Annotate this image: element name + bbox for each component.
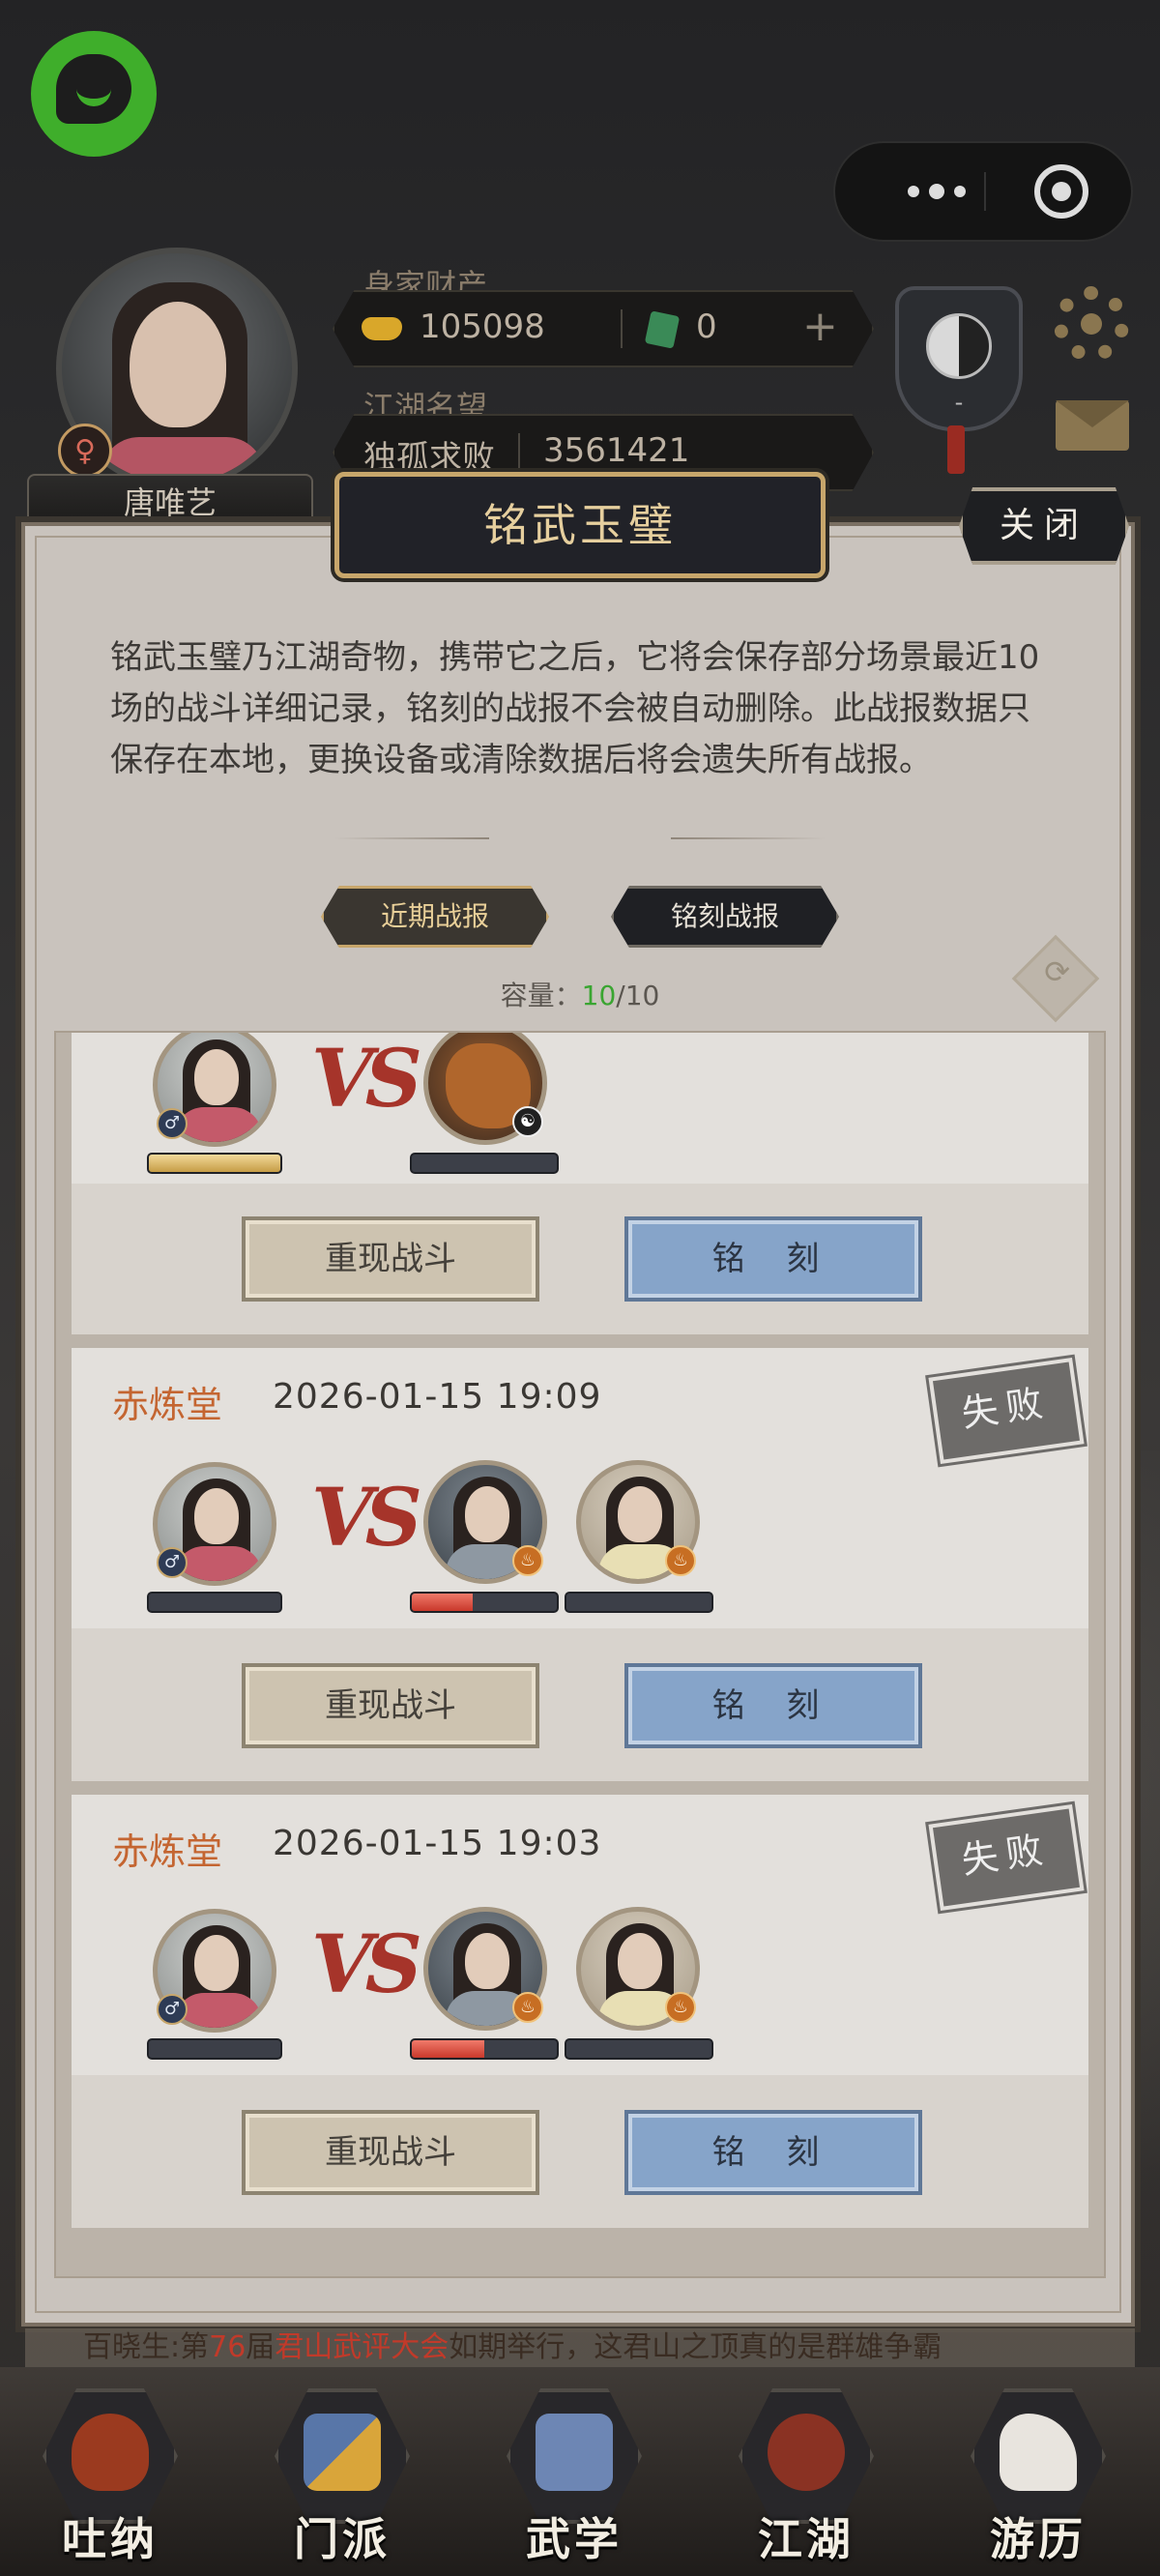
female-icon: ♀ [58, 424, 112, 478]
enemy-hp-bar [565, 2038, 713, 2060]
replay-battle-button[interactable]: 重现战斗 [242, 1663, 539, 1748]
bottom-nav: 吐纳 门派 武学 江湖 游历 [0, 2367, 1160, 2576]
vs-icon: VS [311, 1033, 422, 1126]
fire-element-icon: ♨ [512, 1545, 543, 1576]
fire-element-icon: ♨ [665, 1992, 696, 2023]
divider [334, 837, 489, 839]
male-icon: ♂ [157, 1108, 188, 1139]
dialog-title-plate: 铭武玉璧 [334, 472, 826, 578]
app-logo-icon[interactable] [31, 31, 157, 157]
rank-shield[interactable]: - [895, 286, 1023, 431]
dialog-description: 铭武玉璧乃江湖奇物，携带它之后，它将会保存部分场景最近10场的战斗详细记录，铭刻… [110, 638, 1040, 779]
enemy-hp-bar [410, 2038, 559, 2060]
faction-name: 赤炼堂 [112, 1384, 223, 1426]
dialog-title: 铭武玉璧 [483, 499, 677, 551]
tab-recent-reports[interactable]: 近期战报 [321, 886, 549, 948]
battle-report-card: ♂ VS ☯ 重现战斗 铭 刻 [72, 1033, 1088, 1334]
replay-battle-button[interactable]: 重现战斗 [242, 2110, 539, 2195]
taiji-icon: ☯ [512, 1106, 543, 1137]
jade-amount: 0 [696, 307, 717, 346]
male-icon: ♂ [157, 1994, 188, 2025]
nav-item-sect[interactable]: 门派 [246, 2379, 439, 2572]
hat-icon [768, 2414, 845, 2491]
enemy-hp-bar [565, 1592, 713, 1613]
fame-value: 3561421 [543, 431, 690, 470]
engrave-button[interactable]: 铭 刻 [624, 1663, 922, 1748]
nav-item-martial[interactable]: 武学 [478, 2379, 671, 2572]
vs-icon: VS [311, 1918, 422, 2011]
shield-rank: - [954, 389, 964, 416]
player-hp-bar [147, 1592, 282, 1613]
capacity-readout: 容量：10/10 [500, 980, 660, 1011]
player-hp-bar [147, 1153, 282, 1174]
player-hp-bar [147, 2038, 282, 2060]
mini-program-capsule [833, 141, 1133, 242]
gourd-icon [72, 2414, 149, 2491]
divider [671, 837, 826, 839]
battle-report-list[interactable]: ♂ VS ☯ 重现战斗 铭 刻 赤炼堂 2026-01-15 19:09 失败 … [54, 1031, 1106, 2278]
add-currency-button[interactable]: + [802, 302, 838, 351]
fire-element-icon: ♨ [512, 1992, 543, 2023]
male-icon: ♂ [157, 1547, 188, 1578]
battle-time: 2026-01-15 19:03 [273, 1824, 602, 1863]
wealth-bar: 105098 0 + [333, 290, 874, 367]
battle-report-card: 赤炼堂 2026-01-15 19:09 失败 ♂ VS ♨ ♨ 重现战斗 铭 … [72, 1348, 1088, 1781]
more-icon[interactable] [884, 143, 990, 240]
fire-element-icon: ♨ [665, 1545, 696, 1576]
news-ticker: 百晓生:第76届君山武评大会如期举行，这君山之顶真的是群雄争霸 [25, 2328, 1135, 2367]
jade-icon [644, 310, 681, 349]
engrave-button[interactable]: 铭 刻 [624, 1216, 922, 1302]
engrave-button[interactable]: 铭 刻 [624, 2110, 922, 2195]
mail-icon[interactable] [1056, 400, 1129, 451]
replay-battle-button[interactable]: 重现战斗 [242, 1216, 539, 1302]
battle-report-card: 赤炼堂 2026-01-15 19:03 失败 ♂ VS ♨ ♨ 重现战斗 铭 … [72, 1795, 1088, 2228]
vs-icon: VS [311, 1472, 422, 1565]
enemy-hp-bar [410, 1592, 559, 1613]
scroll-icon [536, 2414, 613, 2491]
enemy-hp-bar [410, 1153, 559, 1174]
close-button[interactable]: 关闭 [959, 487, 1129, 565]
gold-ingot-icon [362, 317, 402, 340]
capacity-used: 10 [581, 980, 617, 1011]
yinyang-icon [926, 313, 992, 379]
tassel-decoration [947, 425, 965, 474]
tab-engraved-reports[interactable]: 铭刻战报 [611, 886, 839, 948]
target-icon[interactable] [1034, 164, 1088, 219]
faction-name: 赤炼堂 [112, 1830, 223, 1873]
battle-time: 2026-01-15 19:09 [273, 1377, 602, 1417]
flag-icon [304, 2414, 381, 2491]
nav-item-jianghu[interactable]: 江湖 [710, 2379, 903, 2572]
gear-icon[interactable] [1054, 286, 1129, 362]
gold-amount: 105098 [420, 307, 545, 346]
nav-item-tuna[interactable]: 吐纳 [14, 2379, 207, 2572]
nav-item-travel[interactable]: 游历 [942, 2379, 1135, 2572]
